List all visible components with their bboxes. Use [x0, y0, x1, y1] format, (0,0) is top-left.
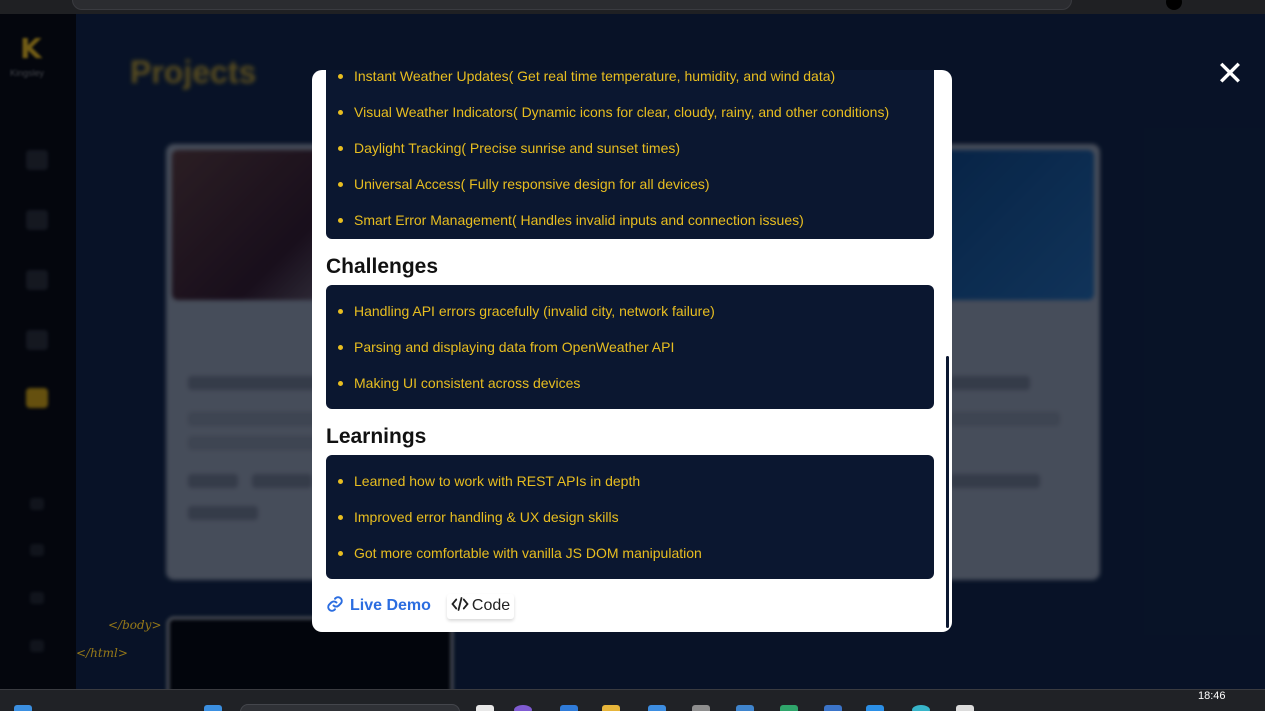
list-item: Instant Weather Updates( Get real time t…	[338, 70, 918, 94]
list-item: Daylight Tracking( Precise sunrise and s…	[338, 130, 918, 166]
modal-scrollbar[interactable]	[946, 356, 949, 628]
learnings-heading: Learnings	[326, 425, 427, 448]
app-icon[interactable]	[912, 705, 930, 711]
taskbar: 18:46	[0, 689, 1265, 711]
modal-content: Instant Weather Updates( Get real time t…	[326, 70, 934, 579]
app-icon[interactable]	[476, 705, 494, 711]
live-demo-link[interactable]: Live Demo	[324, 593, 433, 620]
list-item: Handling API errors gracefully (invalid …	[338, 293, 918, 329]
windows-icon[interactable]	[204, 705, 222, 711]
challenges-list: Handling API errors gracefully (invalid …	[326, 285, 934, 409]
start-icon[interactable]	[14, 705, 32, 711]
features-list: Instant Weather Updates( Get real time t…	[326, 70, 934, 239]
app-icon[interactable]	[736, 705, 754, 711]
code-label: Code	[471, 597, 511, 614]
link-icon	[326, 595, 344, 618]
address-bar[interactable]	[72, 0, 1072, 10]
app-icon[interactable]	[780, 705, 798, 711]
app-icon[interactable]	[648, 705, 666, 711]
project-actions: Live Demo Code	[324, 592, 514, 620]
profile-avatar-icon[interactable]	[1166, 0, 1182, 10]
list-item: Improved error handling & UX design skil…	[338, 499, 918, 535]
app-icon[interactable]	[824, 705, 842, 711]
code-link[interactable]: Code	[447, 594, 514, 619]
list-item: Making UI consistent across devices	[338, 365, 918, 401]
project-details-modal: Instant Weather Updates( Get real time t…	[312, 70, 952, 632]
app-icon[interactable]	[692, 705, 710, 711]
vscode-icon[interactable]	[866, 705, 884, 711]
list-item: Visual Weather Indicators( Dynamic icons…	[338, 94, 918, 130]
close-modal-button[interactable]: ✕	[1212, 56, 1248, 92]
list-item: Universal Access( Fully responsive desig…	[338, 166, 918, 202]
app-icon[interactable]	[514, 705, 532, 711]
app-icon[interactable]	[956, 705, 974, 711]
learnings-list: Learned how to work with REST APIs in de…	[326, 455, 934, 579]
list-item: Got more comfortable with vanilla JS DOM…	[338, 535, 918, 571]
folder-icon[interactable]	[602, 705, 620, 711]
live-demo-label: Live Demo	[350, 597, 431, 614]
browser-toolbar	[0, 0, 1265, 14]
list-item: Learned how to work with REST APIs in de…	[338, 463, 918, 499]
challenges-heading: Challenges	[326, 255, 439, 278]
app-icon[interactable]	[560, 705, 578, 711]
code-icon	[451, 596, 469, 617]
list-item: Parsing and displaying data from OpenWea…	[338, 329, 918, 365]
list-item: Smart Error Management( Handles invalid …	[338, 202, 918, 238]
taskbar-search[interactable]	[240, 704, 460, 711]
taskbar-clock[interactable]: 18:46	[1198, 690, 1226, 702]
